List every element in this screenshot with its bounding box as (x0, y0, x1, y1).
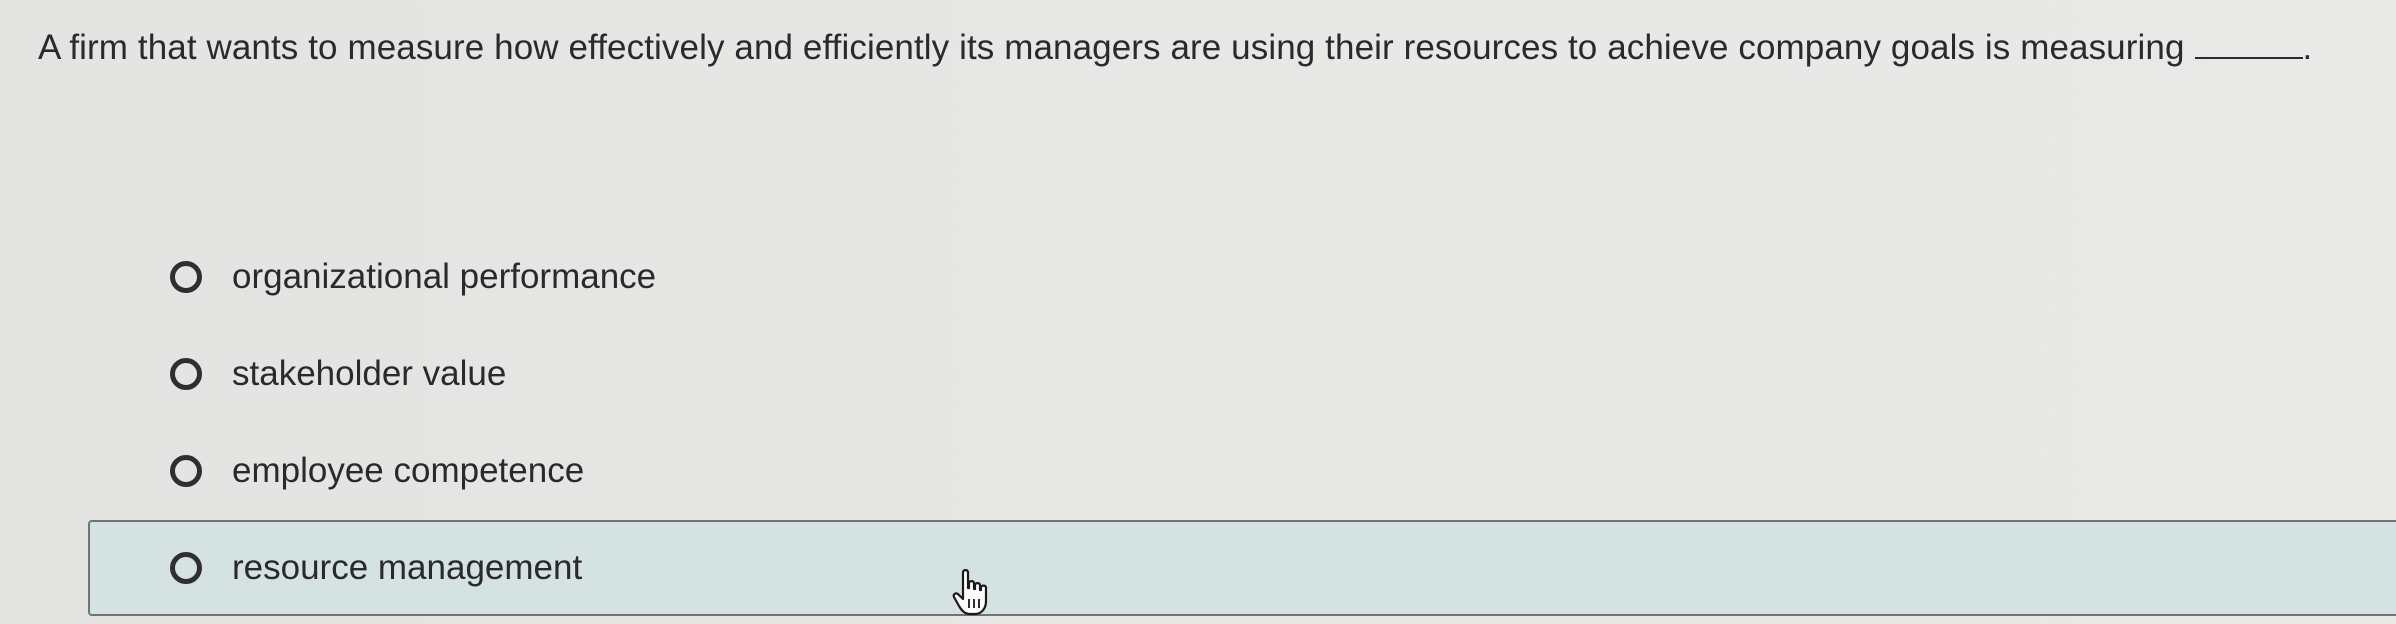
option-label: stakeholder value (232, 354, 507, 393)
hand-pointer-icon (952, 569, 988, 616)
answer-option-stakeholder-value[interactable]: stakeholder value (88, 326, 2396, 422)
radio-unchecked-icon[interactable] (170, 261, 202, 293)
radio-unchecked-icon[interactable] (170, 552, 202, 584)
radio-unchecked-icon[interactable] (170, 455, 202, 487)
answer-option-organizational-performance[interactable]: organizational performance (88, 229, 2396, 325)
answer-options: organizational performance stakeholder v… (0, 0, 2396, 624)
option-label: resource management (232, 548, 583, 587)
option-label: employee competence (232, 451, 585, 490)
radio-unchecked-icon[interactable] (170, 358, 202, 390)
answer-option-resource-management[interactable]: resource management (88, 520, 2396, 616)
option-label: organizational performance (232, 257, 657, 296)
answer-option-employee-competence[interactable]: employee competence (88, 423, 2396, 519)
